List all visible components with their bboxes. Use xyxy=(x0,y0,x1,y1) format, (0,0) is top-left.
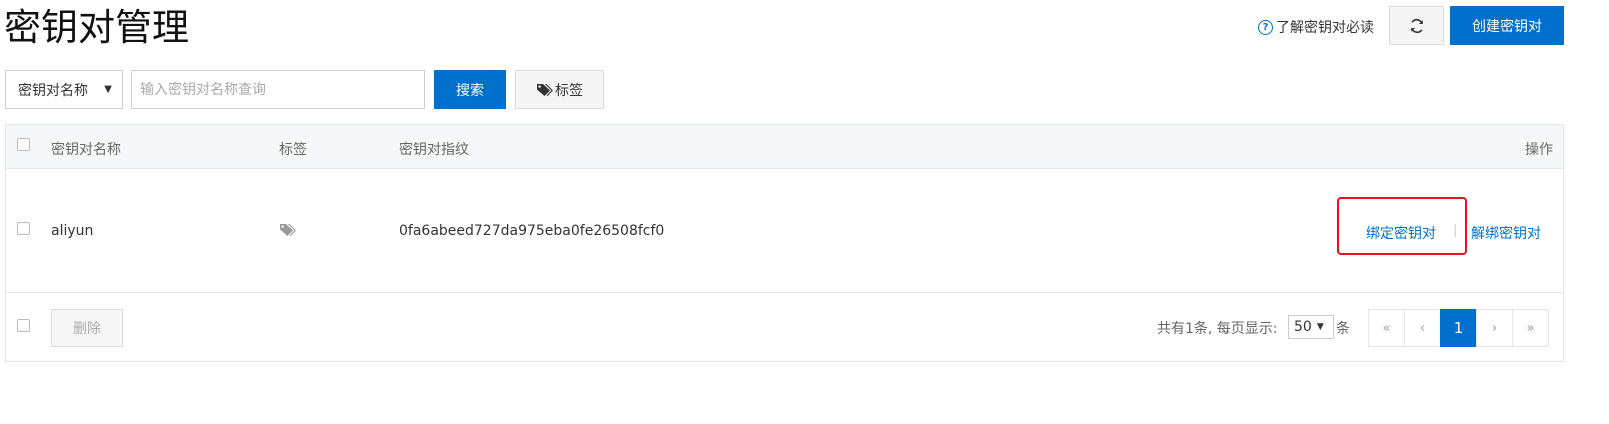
table-footer: 删除 共有1条, 每页显示: 50 ▼ 条 « ‹ 1 › » xyxy=(6,294,1563,362)
create-keypair-button[interactable]: 创建密钥对 xyxy=(1450,6,1564,45)
highlight-annotation xyxy=(1337,197,1467,255)
tag-filter-button[interactable]: 标签 xyxy=(515,70,604,109)
caret-down-icon: ▼ xyxy=(1316,322,1324,332)
pagination: « ‹ 1 › » xyxy=(1368,309,1549,347)
help-link-label: 了解密钥对必读 xyxy=(1276,20,1374,36)
keypair-fingerprint: 0fa6abeed727da975eba0fe26508fcf0 xyxy=(399,223,665,239)
select-all-checkbox[interactable] xyxy=(17,138,30,151)
table-header: 密钥对名称 标签 密钥对指纹 操作 xyxy=(6,125,1563,169)
tag-icon[interactable] xyxy=(279,223,298,238)
column-header-actions: 操作 xyxy=(1525,142,1553,158)
refresh-button[interactable] xyxy=(1389,6,1444,45)
last-page-button[interactable]: » xyxy=(1512,309,1549,347)
search-button[interactable]: 搜索 xyxy=(434,70,506,109)
delete-button[interactable]: 删除 xyxy=(51,309,123,347)
page-size-value: 50 xyxy=(1294,319,1312,335)
question-circle-icon: ? xyxy=(1258,19,1273,35)
column-header-fingerprint: 密钥对指纹 xyxy=(399,142,469,158)
row-checkbox[interactable] xyxy=(17,222,30,235)
caret-down-icon: ▼ xyxy=(104,84,112,95)
tag-filter-label: 标签 xyxy=(555,82,583,99)
refresh-icon xyxy=(1410,18,1423,33)
column-header-name: 密钥对名称 xyxy=(51,142,121,158)
unbind-keypair-link[interactable]: 解绑密钥对 xyxy=(1471,223,1541,243)
page-size-select[interactable]: 50 ▼ xyxy=(1288,315,1334,339)
table-row: aliyun 0fa6abeed727da975eba0fe26508fcf0 … xyxy=(6,169,1563,293)
column-header-tags: 标签 xyxy=(279,142,307,158)
total-count-text: 共有1条, 每页显示: xyxy=(1157,321,1278,337)
page-size-suffix: 条 xyxy=(1336,321,1350,337)
next-page-button[interactable]: › xyxy=(1476,309,1513,347)
help-link[interactable]: ? 了解密钥对必读 xyxy=(1258,16,1374,38)
search-field-select[interactable]: 密钥对名称 ▼ xyxy=(5,70,123,109)
first-page-button[interactable]: « xyxy=(1368,309,1405,347)
footer-select-all-checkbox[interactable] xyxy=(17,319,30,332)
search-field-select-value: 密钥对名称 xyxy=(18,82,88,99)
keypair-name: aliyun xyxy=(51,223,94,239)
prev-page-button[interactable]: ‹ xyxy=(1404,309,1441,347)
page-title: 密钥对管理 xyxy=(4,6,189,49)
keypair-table: 密钥对名称 标签 密钥对指纹 操作 aliyun 0fa6abeed727da9… xyxy=(5,124,1564,362)
tags-icon xyxy=(537,83,553,96)
current-page-button[interactable]: 1 xyxy=(1440,309,1477,347)
search-input[interactable] xyxy=(131,70,425,109)
